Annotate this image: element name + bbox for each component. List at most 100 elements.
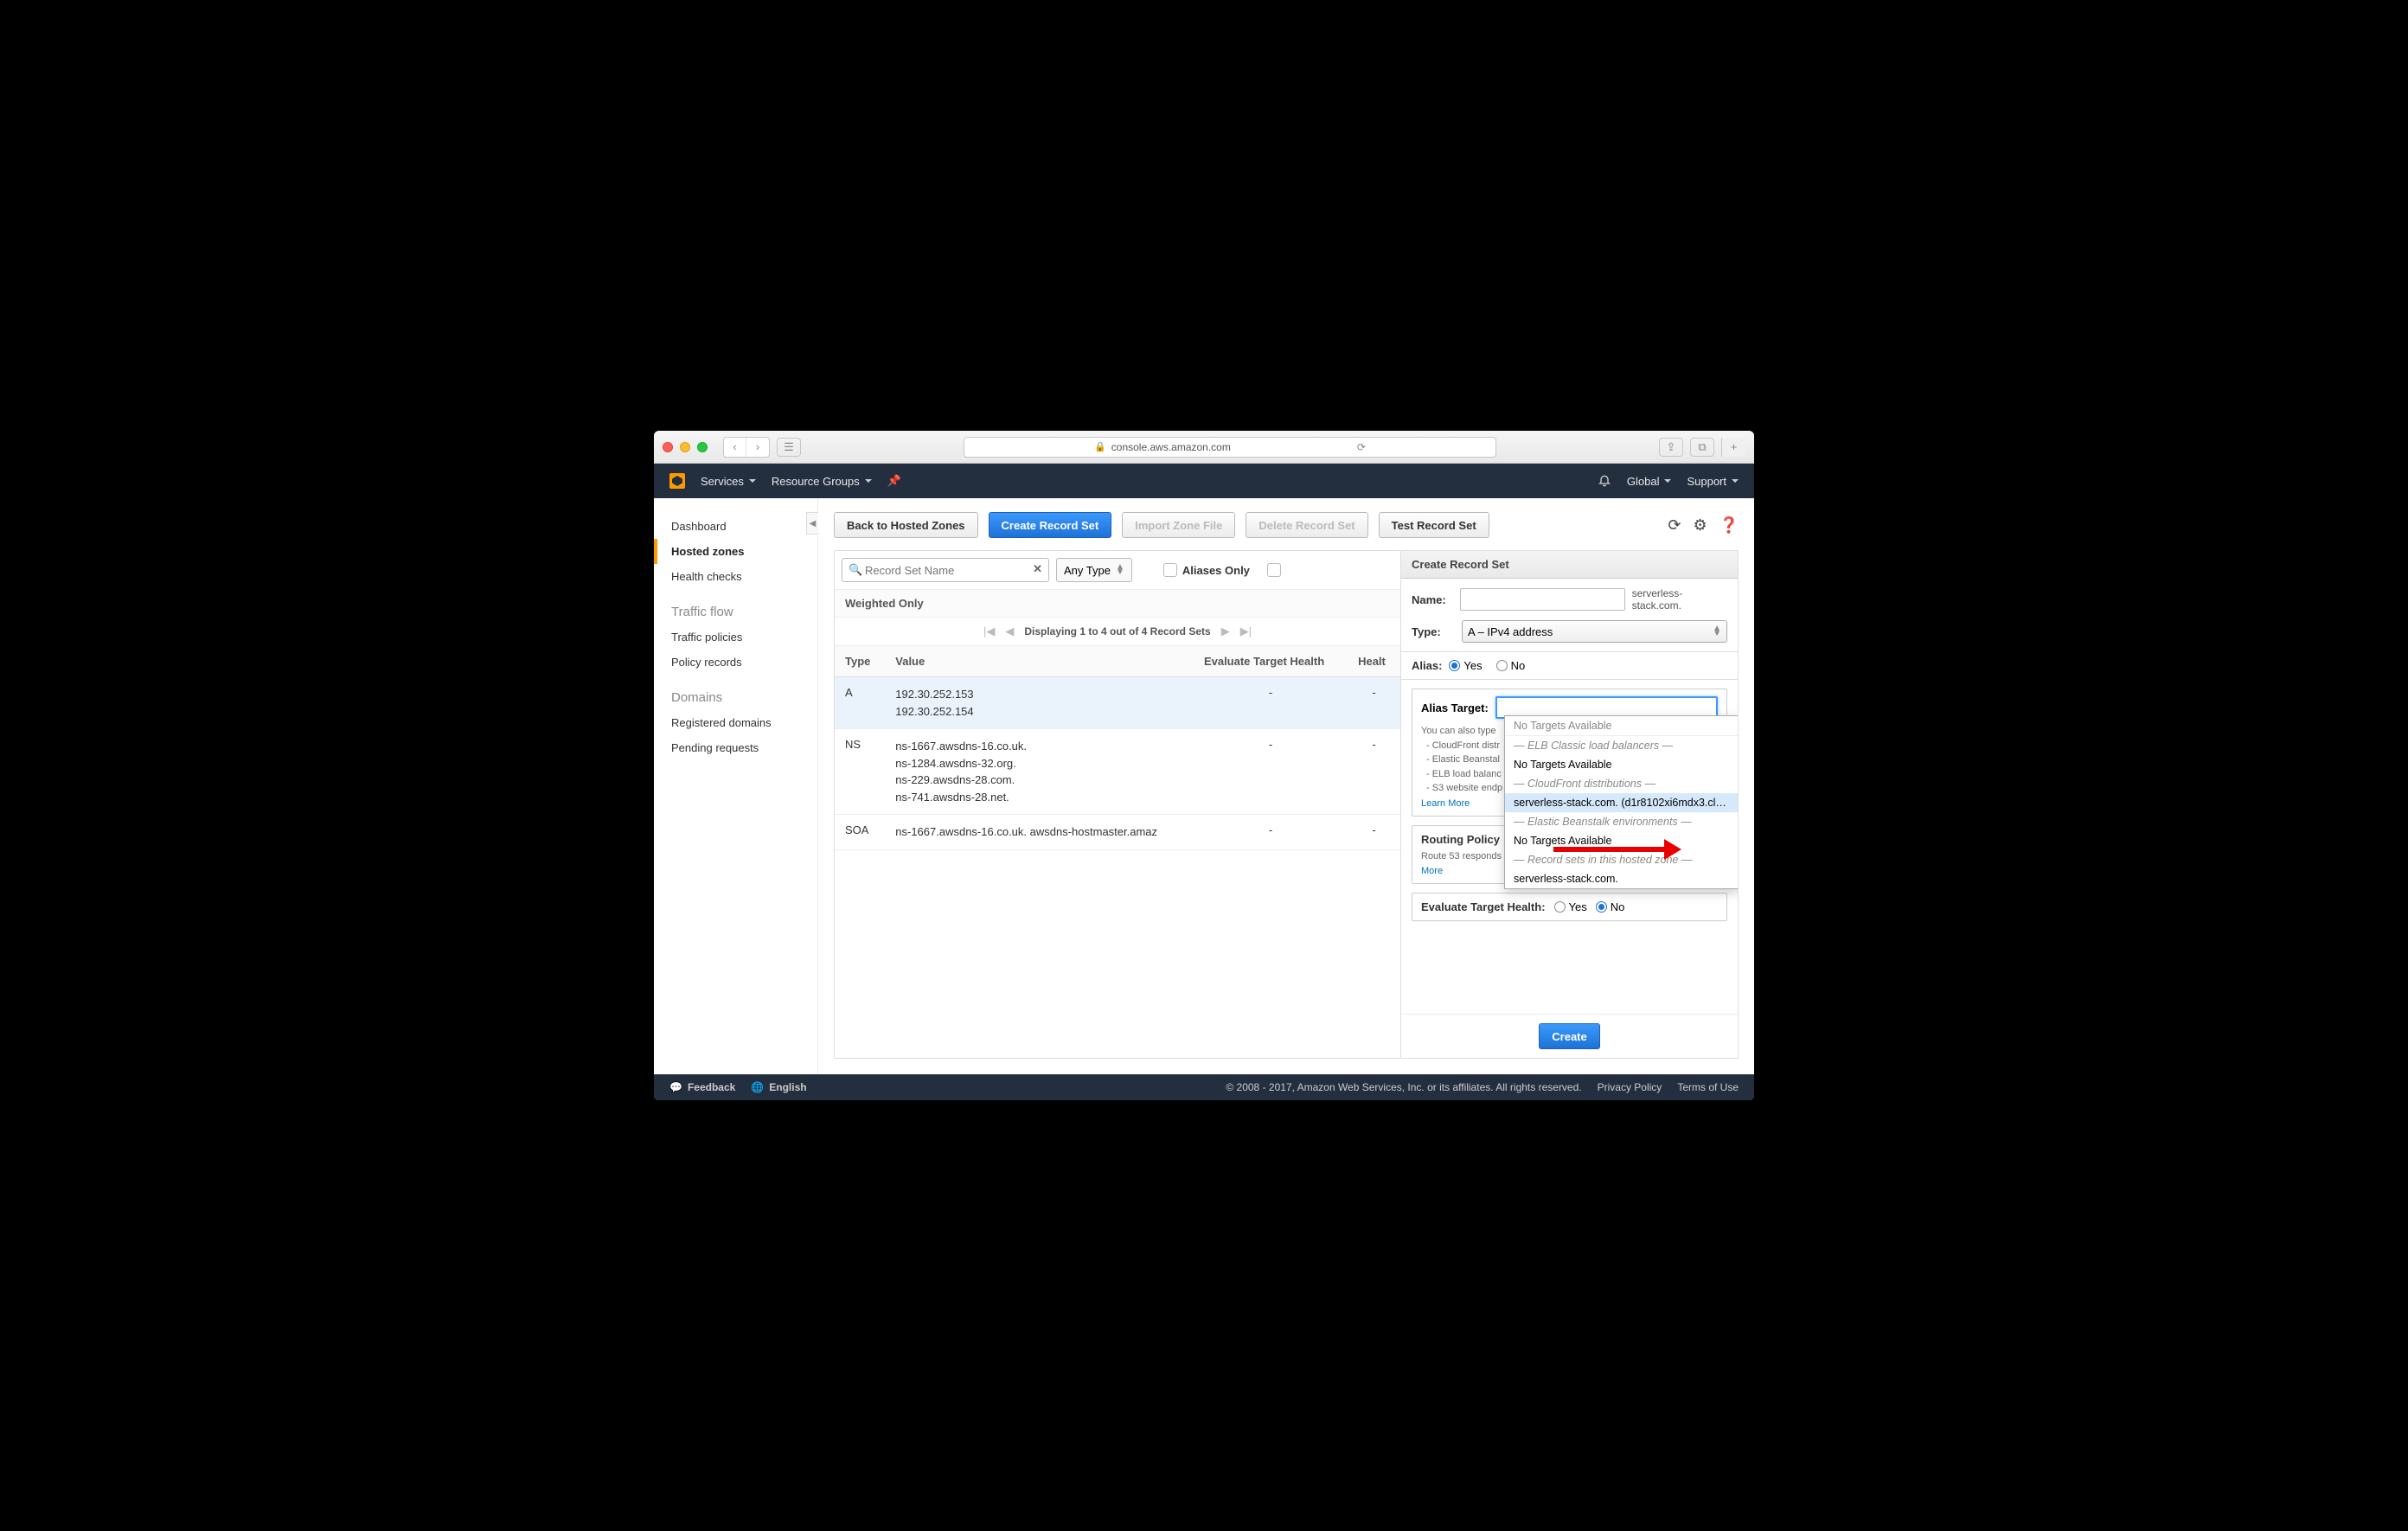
type-filter-select[interactable]: Any Type ▲▼	[1056, 558, 1132, 582]
language-selector[interactable]: 🌐 English	[751, 1081, 806, 1093]
create-record-panel: Create Record Set Name: serverless-stack…	[1401, 550, 1739, 1059]
feedback-link[interactable]: 💬 Feedback	[669, 1081, 735, 1093]
col-value[interactable]: Value	[885, 646, 1194, 677]
routing-more-link[interactable]: More	[1421, 866, 1443, 876]
aliases-only-checkbox[interactable]	[1163, 563, 1177, 577]
dd-item-no-targets[interactable]: No Targets Available	[1505, 831, 1738, 850]
records-table-panel: 🔍 ✕ Any Type ▲▼ Aliases Only	[834, 550, 1401, 1059]
learn-more-link[interactable]: Learn More	[1421, 798, 1470, 809]
create-button[interactable]: Create	[1539, 1023, 1599, 1049]
alias-target-dropdown[interactable]: No Targets Available — ELB Classic load …	[1504, 715, 1738, 889]
alias-target-label: Alias Target:	[1421, 701, 1489, 714]
col-type[interactable]: Type	[835, 646, 885, 677]
eth-yes-radio[interactable]: Yes	[1554, 900, 1587, 913]
aws-top-bar: Services Resource Groups 📌 Global Suppor…	[654, 464, 1754, 498]
privacy-policy-link[interactable]: Privacy Policy	[1598, 1081, 1662, 1093]
reload-icon[interactable]: ⟳	[1357, 441, 1366, 453]
sidebar-item-hosted-zones[interactable]: Hosted zones	[654, 539, 817, 564]
content: Back to Hosted Zones Create Record Set I…	[818, 498, 1754, 1074]
col-eth[interactable]: Evaluate Target Health	[1194, 646, 1348, 677]
page-next-icon[interactable]: ▶	[1221, 625, 1230, 638]
services-menu[interactable]: Services	[701, 475, 756, 488]
tabs-icon[interactable]: ⧉	[1690, 438, 1714, 457]
routing-policy-label: Routing Policy	[1421, 833, 1500, 846]
import-zone-file-button[interactable]: Import Zone File	[1122, 512, 1235, 538]
delete-record-set-button[interactable]: Delete Record Set	[1246, 512, 1367, 538]
dd-item-cloudfront-dist[interactable]: serverless-stack.com. (d1r8102xi6mdx3.cl…	[1505, 793, 1738, 812]
resource-groups-menu[interactable]: Resource Groups	[772, 475, 872, 488]
test-record-set-button[interactable]: Test Record Set	[1379, 512, 1489, 538]
support-menu[interactable]: Support	[1687, 475, 1739, 488]
sidebar-item-dashboard[interactable]: Dashboard	[654, 514, 817, 539]
cell-health: -	[1348, 729, 1400, 815]
back-to-hosted-zones-button[interactable]: Back to Hosted Zones	[834, 512, 978, 538]
minimize-window-icon[interactable]	[680, 442, 690, 452]
panel-body: Name: serverless-stack.com. Type: A – IP…	[1401, 579, 1738, 1014]
gear-icon[interactable]: ⚙	[1693, 516, 1707, 535]
name-suffix: serverless-stack.com.	[1632, 587, 1727, 612]
pin-icon[interactable]: 📌	[887, 474, 901, 488]
dd-item-no-targets[interactable]: No Targets Available	[1505, 755, 1738, 774]
page-prev-icon[interactable]: ◀	[1005, 625, 1014, 638]
url-bar[interactable]: 🔒 console.aws.amazon.com ⟳	[964, 437, 1496, 458]
main: ◀ Dashboard Hosted zones Health checks T…	[654, 498, 1754, 1074]
sidebar-toggle-icon[interactable]: ☰	[777, 438, 801, 457]
sidebar-item-pending-requests[interactable]: Pending requests	[654, 735, 817, 760]
aliases-only-row[interactable]: Aliases Only	[1163, 563, 1250, 577]
sidebar-item-registered-domains[interactable]: Registered domains	[654, 710, 817, 735]
terms-of-use-link[interactable]: Terms of Use	[1677, 1081, 1739, 1093]
dd-item-no-targets[interactable]: No Targets Available	[1505, 716, 1738, 736]
cell-health: -	[1348, 677, 1400, 729]
panel-title: Create Record Set	[1401, 551, 1738, 579]
col-health[interactable]: Healt	[1348, 646, 1400, 677]
alias-yes-radio[interactable]: Yes	[1449, 659, 1482, 672]
browser-chrome: ‹ › ☰ 🔒 console.aws.amazon.com ⟳ ⇪ ⧉ +	[654, 431, 1754, 464]
nav-back-forward[interactable]: ‹ ›	[723, 437, 770, 458]
aws-logo-icon[interactable]	[669, 473, 685, 489]
extra-checkbox[interactable]	[1267, 563, 1281, 577]
page-last-icon[interactable]: ▶|	[1240, 625, 1252, 638]
url-text: console.aws.amazon.com	[1111, 441, 1231, 453]
new-tab-icon[interactable]: +	[1721, 438, 1745, 457]
sidebar-item-health-checks[interactable]: Health checks	[654, 564, 817, 589]
record-name-input[interactable]	[1460, 588, 1625, 611]
create-record-set-button[interactable]: Create Record Set	[989, 512, 1112, 538]
table-row[interactable]: A192.30.252.153192.30.252.154--	[835, 677, 1400, 729]
help-icon[interactable]: ❓	[1720, 516, 1739, 535]
cell-value: ns-1667.awsdns-16.co.uk.ns-1284.awsdns-3…	[885, 729, 1194, 815]
maximize-window-icon[interactable]	[697, 442, 708, 452]
forward-icon[interactable]: ›	[746, 438, 769, 457]
search-icon: 🔍	[849, 563, 862, 577]
collapse-sidebar-icon[interactable]: ◀	[806, 512, 818, 535]
cell-type: SOA	[835, 815, 885, 850]
page-first-icon[interactable]: |◀	[983, 625, 995, 638]
dd-item-record-set[interactable]: serverless-stack.com.	[1505, 869, 1738, 888]
eth-no-radio[interactable]: No	[1596, 900, 1625, 913]
radio-icon	[1554, 901, 1566, 913]
share-icon[interactable]: ⇪	[1659, 438, 1683, 457]
alias-no-radio[interactable]: No	[1496, 659, 1526, 672]
dd-group-record-sets: — Record sets in this hosted zone —	[1505, 850, 1738, 869]
close-window-icon[interactable]	[663, 442, 673, 452]
cell-health: -	[1348, 815, 1400, 850]
table-row[interactable]: SOAns-1667.awsdns-16.co.uk. awsdns-hostm…	[835, 815, 1400, 850]
clear-search-icon[interactable]: ✕	[1033, 562, 1042, 576]
cell-type: NS	[835, 729, 885, 815]
type-filter-label: Any Type	[1064, 564, 1111, 577]
record-type-select[interactable]: A – IPv4 address ▲▼	[1462, 620, 1727, 643]
footer: 💬 Feedback 🌐 English © 2008 - 2017, Amaz…	[654, 1074, 1754, 1100]
refresh-icon[interactable]: ⟳	[1668, 516, 1681, 535]
notifications-icon[interactable]	[1598, 473, 1611, 490]
sidebar-item-policy-records[interactable]: Policy records	[654, 650, 817, 675]
help-intro: You can also type	[1421, 726, 1495, 736]
sidebar-item-traffic-policies[interactable]: Traffic policies	[654, 625, 817, 650]
region-menu[interactable]: Global	[1627, 475, 1672, 488]
record-search-input[interactable]	[842, 558, 1049, 582]
type-label: Type:	[1412, 625, 1455, 638]
table-row[interactable]: NSns-1667.awsdns-16.co.uk.ns-1284.awsdns…	[835, 729, 1400, 815]
evaluate-target-health-box: Evaluate Target Health: Yes No	[1412, 893, 1727, 921]
dd-group-beanstalk: — Elastic Beanstalk environments —	[1505, 812, 1738, 831]
chevron-down-icon	[1664, 479, 1671, 486]
back-icon[interactable]: ‹	[724, 438, 746, 457]
cell-value: ns-1667.awsdns-16.co.uk. awsdns-hostmast…	[885, 815, 1194, 850]
